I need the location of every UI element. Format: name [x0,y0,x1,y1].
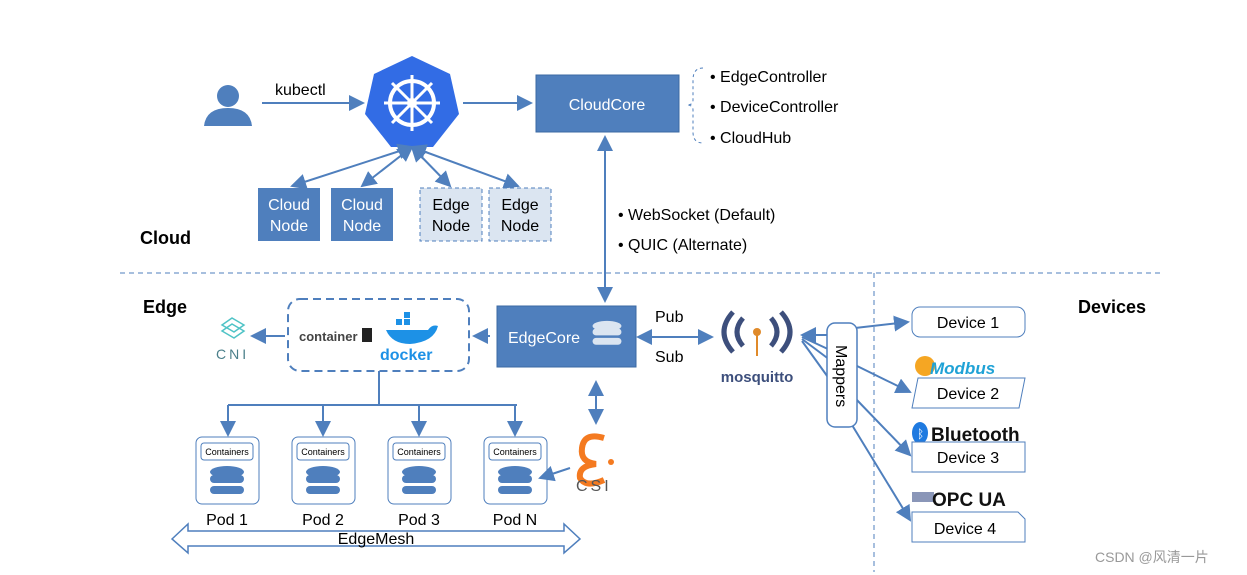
svg-text:Device 2: Device 2 [937,386,999,403]
svg-text:Device 3: Device 3 [937,450,999,467]
component-cloudhub: • CloudHub [710,130,791,147]
components-brace [686,67,704,144]
device-2: Device 2 [911,377,1026,409]
svg-text:Node: Node [501,218,539,235]
svg-text:Pod 3: Pod 3 [398,512,440,529]
kubeedge-architecture-diagram: kubectl CloudCore • EdgeController • Dev… [120,56,1209,572]
svg-text:Device 4: Device 4 [934,521,996,538]
pod-1: Containers Pod 1 [195,436,260,529]
pod-3: Containers Pod 3 [387,436,452,529]
kubernetes-icon [365,56,459,147]
cloud-node-2: Cloud Node [331,188,393,241]
device-3: Device 3 [911,441,1026,473]
docker-logo: docker [380,312,438,364]
svg-text:Node: Node [270,218,308,235]
cni-logo: CNI [216,317,249,362]
svg-text:Containers: Containers [205,447,249,457]
watermark: CSDN @风清一片 [1095,549,1209,565]
sub-label: Sub [655,349,684,366]
containerd-logo: container [299,328,372,344]
mosquitto-icon [721,310,793,356]
svg-text:Pod 2: Pod 2 [302,512,344,529]
modbus-logo: Modbus [915,356,995,378]
svg-text:Node: Node [432,218,470,235]
pod-n: Containers Pod N [483,436,548,529]
component-edgecontroller: • EdgeController [710,69,827,86]
component-devicecontroller: • DeviceController [710,99,839,116]
svg-text:ᛒ: ᛒ [917,427,924,441]
svg-text:Containers: Containers [301,447,345,457]
svg-text:EdgeMesh: EdgeMesh [338,531,415,548]
protocol-websocket: • WebSocket (Default) [618,207,775,224]
kubectl-label: kubectl [275,82,326,99]
svg-text:Edge: Edge [432,197,469,214]
cloud-node-1: Cloud Node [258,188,320,241]
mosquitto-label: mosquitto [721,369,794,386]
svg-text:docker: docker [380,347,432,364]
svg-text:OPC UA: OPC UA [932,490,1006,511]
svg-text:Device 1: Device 1 [937,315,999,332]
svg-text:Cloud: Cloud [268,197,310,214]
edge-section-label: Edge [143,297,187,317]
svg-text:Modbus: Modbus [930,359,995,378]
database-icon [592,320,622,345]
opc-ua-logo: OPC UA [912,490,1006,511]
cloudcore-label: CloudCore [569,97,646,114]
device-4: Device 4 [911,511,1026,543]
svg-text:container: container [299,329,358,344]
svg-text:Containers: Containers [493,447,537,457]
protocol-quic: • QUIC (Alternate) [618,237,747,254]
csi-logo: CSI [576,433,614,495]
svg-text:Edge: Edge [501,197,538,214]
edge-node-2: Edge Node [488,187,552,242]
svg-text:CNI: CNI [216,346,249,362]
svg-text:Pod 1: Pod 1 [206,512,248,529]
devices-section-label: Devices [1078,297,1146,317]
edgecore-label: EdgeCore [508,330,580,347]
mappers-label: Mappers [832,345,849,407]
svg-text:Pod N: Pod N [493,512,537,529]
cloud-section-label: Cloud [140,228,191,248]
svg-text:CSI: CSI [576,478,612,495]
user-icon [204,85,252,126]
svg-text:Containers: Containers [397,447,441,457]
svg-text:Node: Node [343,218,381,235]
svg-text:Cloud: Cloud [341,197,383,214]
pod-2: Containers Pod 2 [291,436,356,529]
pub-label: Pub [655,309,684,326]
edge-node-1: Edge Node [419,187,483,242]
device-1: Device 1 [911,306,1026,338]
